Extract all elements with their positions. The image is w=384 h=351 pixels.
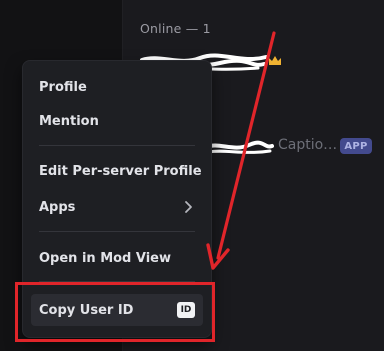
annotation-arrow	[206, 31, 276, 270]
